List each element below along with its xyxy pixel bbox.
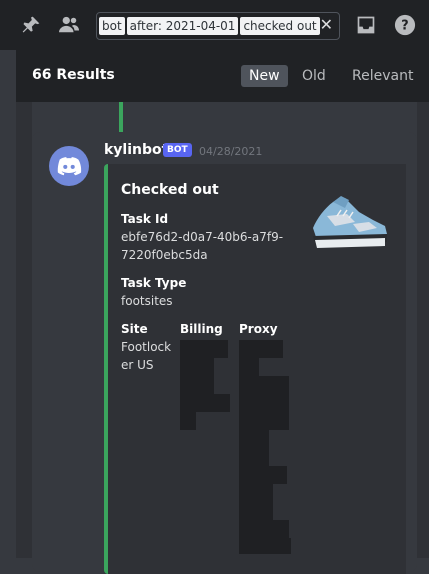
channel-header: bot after: 2021-04-01 checked out ✕ ? (0, 0, 429, 50)
task-id-value-line2: 7220f0ebc5da (121, 248, 208, 262)
site-label: Site (121, 322, 148, 336)
sort-relevant-tab[interactable]: Relevant (344, 65, 421, 87)
bot-tag: BOT (163, 143, 192, 157)
sort-old-tab[interactable]: Old (294, 65, 334, 87)
task-type-label: Task Type (121, 276, 187, 290)
search-result-card[interactable]: kylinbot BOT 04/28/2021 Checked out Task… (32, 132, 417, 574)
username[interactable]: kylinbot (104, 142, 168, 158)
results-header: 66 Results New Old Relevant (16, 50, 429, 102)
redacted-proxy-block (239, 430, 269, 466)
redacted-billing-block (180, 394, 230, 412)
results-count: 66 Results (32, 67, 115, 83)
billing-label: Billing (180, 322, 223, 336)
discord-logo-icon (57, 157, 82, 176)
task-id-label: Task Id (121, 212, 169, 226)
task-id-value-line1: ebfe76d2-d0a7-40b6-a7f9- (121, 230, 284, 244)
redacted-proxy-block (239, 340, 283, 358)
redacted-proxy-block (239, 520, 289, 538)
svg-text:?: ? (401, 19, 408, 34)
members-icon[interactable] (57, 13, 81, 37)
site-value-line1: Footlock (121, 340, 172, 354)
search-input[interactable]: bot after: 2021-04-01 checked out ✕ (96, 12, 340, 40)
embed-title: Checked out (121, 182, 219, 198)
site-value-line2: er US (121, 358, 154, 372)
redacted-proxy-block (239, 538, 291, 554)
search-chip-after-date[interactable]: after: 2021-04-01 (126, 17, 239, 35)
pin-icon[interactable] (19, 13, 43, 37)
search-chip-checked-out[interactable]: checked out (240, 17, 320, 35)
redacted-proxy-block (239, 484, 273, 520)
help-icon[interactable]: ? (393, 13, 417, 37)
redacted-billing-block (180, 340, 228, 358)
embed: Checked out Task Id ebfe76d2-d0a7-40b6-a… (104, 164, 406, 574)
redacted-proxy-block (239, 376, 289, 430)
task-type-value: footsites (121, 294, 173, 308)
redacted-billing-block (180, 358, 214, 394)
proxy-label: Proxy (239, 322, 278, 336)
timestamp: 04/28/2021 (199, 145, 263, 158)
avatar[interactable] (49, 146, 89, 186)
redacted-billing-block (180, 412, 196, 430)
search-chip-bot[interactable]: bot (99, 17, 125, 35)
sneaker-thumbnail[interactable] (307, 194, 389, 252)
redacted-proxy-block (239, 358, 259, 376)
search-results-panel: 66 Results New Old Relevant kylinbot BOT… (16, 50, 429, 574)
sort-new-tab[interactable]: New (241, 65, 288, 87)
clear-search-icon[interactable]: ✕ (320, 16, 333, 34)
redacted-proxy-block (239, 466, 287, 484)
inbox-icon[interactable] (354, 13, 378, 37)
